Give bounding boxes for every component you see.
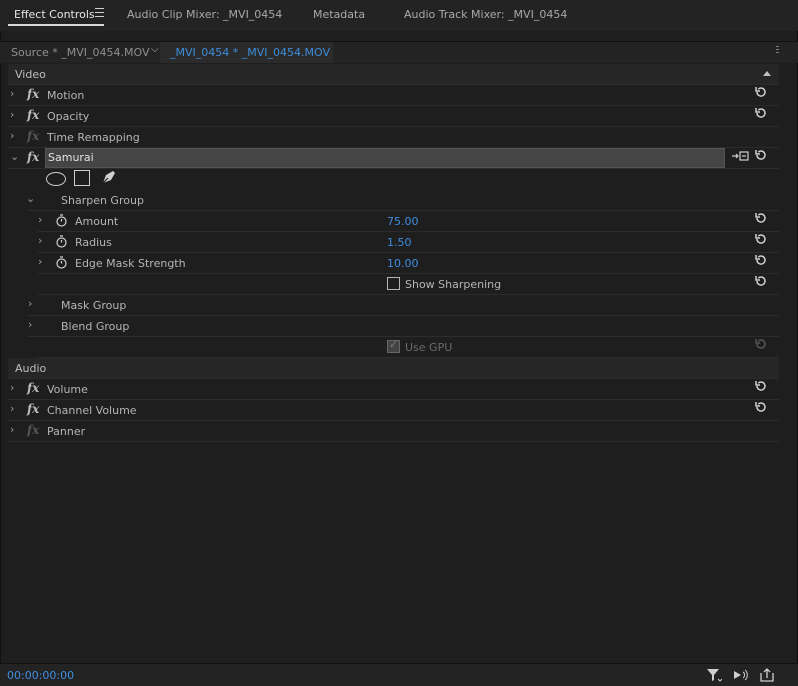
effect-label-volume: Volume [47,383,88,396]
reset-icon[interactable] [754,400,770,416]
tab-metadata[interactable]: Metadata [313,8,365,21]
pen-mask-icon[interactable] [100,168,118,186]
blend-group-label: Blend Group [61,320,130,333]
effects-list: Video › fx Motion › fx Opacity › fx Time… [8,64,779,662]
fx-icon: fx [27,129,40,143]
collapse-triangle-icon[interactable] [763,71,771,76]
expand-chevron-icon[interactable]: › [28,297,32,310]
fx-icon[interactable]: fx [27,150,39,164]
fx-icon[interactable]: fx [27,87,39,101]
expand-chevron-icon[interactable]: › [10,129,14,142]
expand-chevron-icon[interactable]: › [38,255,42,268]
sequence-clip-label: _MVI_0454 * _MVI_0454.MOV [170,46,330,59]
tab-audio-clip-mixer[interactable]: Audio Clip Mixer: _MVI_0454 [127,8,282,21]
effect-row-motion[interactable]: › fx Motion [8,85,779,106]
effect-label-opacity: Opacity [47,110,90,123]
use-gpu-row: Use GPU [38,337,779,358]
reset-icon[interactable] [754,379,770,395]
param-value-edge-mask-strength[interactable]: 10.00 [387,257,419,270]
video-section-header[interactable]: Video [8,64,779,85]
mask-group-label: Mask Group [61,299,127,312]
expand-chevron-icon[interactable]: › [10,381,14,394]
mask-group-row[interactable]: › Mask Group [28,295,779,316]
expand-chevron-icon[interactable]: › [10,87,14,100]
effect-label-panner: Panner [47,425,86,438]
effect-row-opacity[interactable]: › fx Opacity [8,106,779,127]
show-sharpening-label: Show Sharpening [405,278,502,291]
panel-menu-icon[interactable] [95,8,104,17]
chevron-down-icon[interactable]: ⌵ [151,44,159,55]
audio-section-label: Audio [15,362,47,375]
fx-icon[interactable]: fx [27,402,39,416]
effect-row-volume[interactable]: › fx Volume [8,379,779,400]
collapse-chevron-icon[interactable]: ⌄ [26,192,35,205]
param-label-edge-mask-strength: Edge Mask Strength [75,257,186,270]
audio-section-header[interactable]: Audio [8,358,779,379]
fx-icon[interactable]: fx [27,381,39,395]
sharpen-group-row[interactable]: ⌄ Sharpen Group [26,190,779,211]
video-section-label: Video [15,68,46,81]
ellipse-mask-icon[interactable] [46,172,66,186]
timecode-display[interactable]: 00:00:00:00 [7,669,74,682]
collapse-chevron-icon[interactable]: ⌄ [10,150,19,163]
active-tab-indicator [8,24,104,26]
expand-chevron-icon[interactable]: › [10,108,14,121]
stopwatch-icon[interactable] [55,214,68,227]
reset-icon [754,337,770,353]
expand-chevron-icon[interactable]: › [10,402,14,415]
use-gpu-checkbox [387,338,400,353]
effect-row-channel-volume[interactable]: › fx Channel Volume [8,400,779,421]
param-label-radius: Radius [75,236,112,249]
param-label-amount: Amount [75,215,119,228]
effect-row-panner[interactable]: › fx Panner [8,421,779,442]
effect-label-time-remapping: Time Remapping [47,131,140,144]
effect-row-samurai[interactable]: ⌄ fx Samurai [8,148,779,169]
reset-icon[interactable] [754,253,770,269]
mask-icon[interactable] [731,149,749,163]
filter-icon[interactable] [706,668,723,682]
stopwatch-icon[interactable] [55,235,68,248]
tab-audio-track-mixer[interactable]: Audio Track Mixer: _MVI_0454 [404,8,567,21]
expand-chevron-icon[interactable]: › [38,213,42,226]
clip-selector-bar: Source * _MVI_0454.MOV ⌵ _MVI_0454 * _MV… [0,41,798,63]
expand-chevron-icon[interactable]: › [10,423,14,436]
reset-icon[interactable] [754,106,770,122]
selected-effect-bar[interactable]: Samurai [45,148,725,168]
effect-label-motion: Motion [47,89,85,102]
tab-effect-controls[interactable]: Effect Controls [14,8,95,21]
reset-icon[interactable] [754,274,770,290]
show-sharpening-checkbox[interactable] [387,277,400,290]
reset-icon[interactable] [754,85,770,101]
sharpen-group-label: Sharpen Group [61,194,144,207]
effect-label-channel-volume: Channel Volume [47,404,137,417]
param-value-amount[interactable]: 75.00 [387,215,419,228]
use-gpu-label: Use GPU [405,341,453,354]
sequence-clip-tab[interactable]: _MVI_0454 * _MVI_0454.MOV [160,42,333,63]
panel-footer: 00:00:00:00 [0,663,798,686]
reset-icon[interactable] [754,211,770,227]
param-row-show-sharpening[interactable]: Show Sharpening [38,274,779,295]
fx-icon: fx [27,423,40,437]
blend-group-row[interactable]: › Blend Group [28,316,779,337]
export-icon[interactable] [759,668,775,682]
param-row-radius[interactable]: › Radius 1.50 [38,232,779,253]
expand-chevron-icon[interactable]: › [38,234,42,247]
reset-icon[interactable] [754,232,770,248]
source-clip-label[interactable]: Source * _MVI_0454.MOV [11,46,150,59]
expand-chevron-icon[interactable]: › [28,318,32,331]
param-row-edge-mask-strength[interactable]: › Edge Mask Strength 10.00 [38,253,779,274]
play-audio-icon[interactable] [732,668,748,682]
panel-tab-bar: Effect Controls Audio Clip Mixer: _MVI_0… [0,0,798,31]
stopwatch-icon[interactable] [55,256,68,269]
fx-icon[interactable]: fx [27,108,39,122]
reset-icon[interactable] [754,148,770,164]
param-row-amount[interactable]: › Amount 75.00 [38,211,779,232]
param-value-radius[interactable]: 1.50 [387,236,412,249]
effect-label-samurai: Samurai [48,151,94,164]
effect-row-time-remapping[interactable]: › fx Time Remapping [8,127,779,148]
rectangle-mask-icon[interactable] [74,170,90,186]
drag-handle-icon[interactable] [776,46,782,56]
